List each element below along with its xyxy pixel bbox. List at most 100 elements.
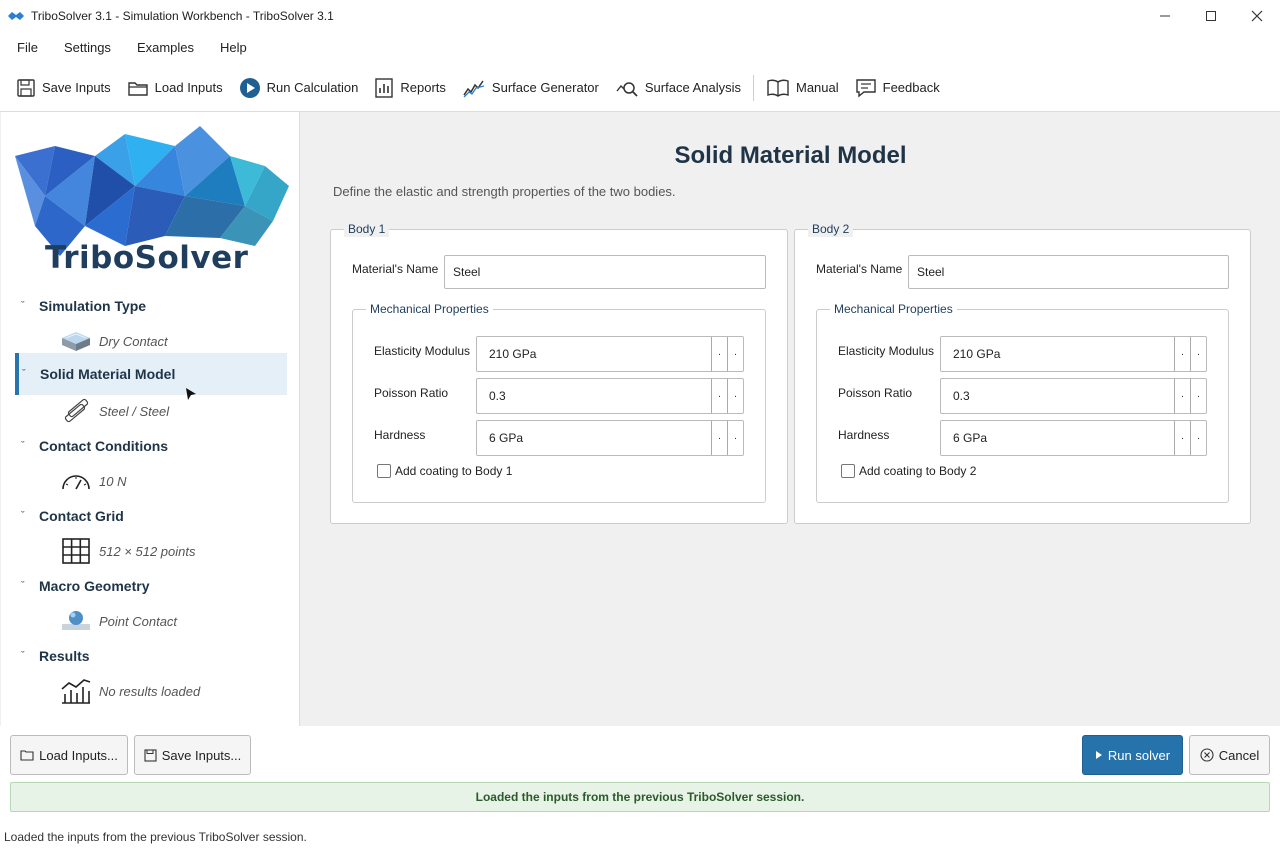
section-label: Solid Material Model: [40, 366, 176, 382]
section-value: 10 N: [99, 473, 127, 489]
section-value-results[interactable]: No results loaded: [59, 675, 200, 707]
close-button[interactable]: [1234, 0, 1280, 31]
spin-decrease-button[interactable]: ·: [1174, 337, 1190, 371]
cancel-icon: [1200, 748, 1214, 762]
add-coating-checkbox[interactable]: Add coating to Body 1: [377, 464, 512, 478]
sphere-icon: [59, 607, 93, 635]
checkbox-box[interactable]: [841, 464, 855, 478]
section-value: Steel / Steel: [99, 403, 170, 419]
poisson-ratio-spinbox[interactable]: 0.3 · ·: [476, 378, 744, 414]
add-coating-checkbox[interactable]: Add coating to Body 2: [841, 464, 976, 478]
menu-settings[interactable]: Settings: [55, 40, 120, 55]
chart-icon: [59, 677, 93, 705]
spin-increase-button[interactable]: ·: [1190, 337, 1206, 371]
spin-increase-button[interactable]: ·: [727, 421, 743, 455]
section-solid-material-model[interactable]: ˇ Solid Material Model: [15, 353, 287, 395]
surface-generator-button[interactable]: Surface Generator: [454, 70, 607, 106]
hardness-spinbox[interactable]: 6 GPa · ·: [476, 420, 744, 456]
elasticity-modulus-spinbox[interactable]: 210 GPa · ·: [940, 336, 1207, 372]
load-inputs-button[interactable]: Load Inputs: [119, 70, 231, 106]
chevron-down-icon: ˇ: [21, 440, 25, 452]
spinbox-value: 0.3: [489, 389, 506, 403]
chevron-down-icon: ˇ: [21, 300, 25, 312]
checkbox-box[interactable]: [377, 464, 391, 478]
book-icon: [767, 79, 789, 97]
page-title: Solid Material Model: [674, 142, 907, 169]
footer-save-inputs-button[interactable]: Save Inputs...: [134, 735, 251, 775]
chevron-down-icon: ˇ: [22, 368, 26, 380]
reports-button[interactable]: Reports: [366, 70, 454, 106]
section-value-contact-conditions[interactable]: 10 N: [59, 465, 126, 497]
minimize-icon: [1160, 15, 1170, 16]
section-contact-conditions[interactable]: ˇ Contact Conditions: [15, 425, 287, 467]
group-legend: Body 1: [344, 221, 390, 237]
surface-generator-icon: [463, 80, 485, 97]
spin-increase-button[interactable]: ·: [727, 379, 743, 413]
spin-decrease-button[interactable]: ·: [711, 337, 727, 371]
grid-icon: [59, 537, 93, 565]
checkbox-label: Add coating to Body 1: [395, 464, 513, 478]
material-name-input[interactable]: Steel: [908, 255, 1229, 289]
window-title: TriboSolver 3.1 - Simulation Workbench -…: [31, 8, 334, 23]
cancel-button[interactable]: Cancel: [1189, 735, 1270, 775]
hardness-spinbox[interactable]: 6 GPa · ·: [940, 420, 1207, 456]
section-value: Point Contact: [99, 613, 178, 629]
play-icon: [239, 77, 260, 98]
title-bar: TriboSolver 3.1 - Simulation Workbench -…: [0, 0, 1280, 31]
section-contact-grid[interactable]: ˇ Contact Grid: [15, 495, 287, 537]
section-value-macro-geometry[interactable]: Point Contact: [59, 605, 177, 637]
hardness-label: Hardness: [374, 428, 426, 442]
section-macro-geometry[interactable]: ˇ Macro Geometry: [15, 565, 287, 607]
elasticity-modulus-label: Elasticity Modulus: [374, 344, 471, 358]
gauge-icon: [59, 467, 93, 495]
section-results[interactable]: ˇ Results: [15, 635, 287, 677]
spin-increase-button[interactable]: ·: [1190, 421, 1206, 455]
menu-file[interactable]: File: [8, 40, 47, 55]
chevron-down-icon: ˇ: [21, 580, 25, 592]
save-inputs-button[interactable]: Save Inputs: [8, 70, 119, 106]
minimize-button[interactable]: [1142, 0, 1188, 31]
section-value-contact-grid[interactable]: 512 × 512 points: [59, 535, 196, 567]
surface-analysis-button[interactable]: Surface Analysis: [607, 70, 749, 106]
group-legend: Mechanical Properties: [830, 301, 957, 317]
run-solver-button[interactable]: Run solver: [1082, 735, 1183, 775]
checkbox-label: Add coating to Body 2: [859, 464, 977, 478]
manual-label: Manual: [795, 80, 839, 95]
spin-increase-button[interactable]: ·: [1190, 379, 1206, 413]
section-simulation-type[interactable]: ˇ Simulation Type: [15, 285, 287, 327]
folder-icon: [127, 81, 148, 96]
spin-decrease-button[interactable]: ·: [1174, 379, 1190, 413]
spin-increase-button[interactable]: ·: [727, 337, 743, 371]
spin-decrease-button[interactable]: ·: [1174, 421, 1190, 455]
maximize-button[interactable]: [1188, 0, 1234, 31]
run-calculation-button[interactable]: Run Calculation: [231, 70, 367, 106]
poisson-ratio-spinbox[interactable]: 0.3 · ·: [940, 378, 1207, 414]
mouse-cursor-icon: [186, 388, 196, 400]
section-label: Results: [39, 648, 90, 664]
button-label: Cancel: [1218, 747, 1260, 763]
spin-decrease-button[interactable]: ·: [711, 421, 727, 455]
material-name-input[interactable]: Steel: [444, 255, 766, 289]
surface-generator-label: Surface Generator: [491, 80, 599, 95]
footer-load-inputs-button[interactable]: Load Inputs...: [10, 735, 128, 775]
button-label: Save Inputs...: [161, 747, 242, 763]
save-icon: [17, 78, 35, 97]
spinbox-value: 0.3: [953, 389, 970, 403]
folder-icon: [20, 750, 34, 761]
button-label: Run solver: [1107, 747, 1171, 763]
menu-examples[interactable]: Examples: [128, 40, 203, 55]
manual-button[interactable]: Manual: [758, 70, 847, 106]
feedback-icon: [855, 78, 876, 97]
spinbox-value: 6 GPa: [953, 431, 988, 445]
spin-decrease-button[interactable]: ·: [711, 379, 727, 413]
maximize-icon: [1206, 10, 1216, 21]
menu-help[interactable]: Help: [211, 40, 256, 55]
body-1-group: Body 1 Material's Name Steel Mechanical …: [330, 221, 788, 524]
section-value: No results loaded: [99, 683, 201, 699]
feedback-label: Feedback: [882, 80, 940, 95]
section-value-solid-material[interactable]: Steel / Steel: [59, 395, 169, 427]
elasticity-modulus-spinbox[interactable]: 210 GPa · ·: [476, 336, 744, 372]
material-name-label: Material's Name: [816, 262, 903, 276]
feedback-button[interactable]: Feedback: [847, 70, 948, 106]
bottom-bar: Load Inputs... Save Inputs... Run solver…: [0, 726, 1280, 852]
